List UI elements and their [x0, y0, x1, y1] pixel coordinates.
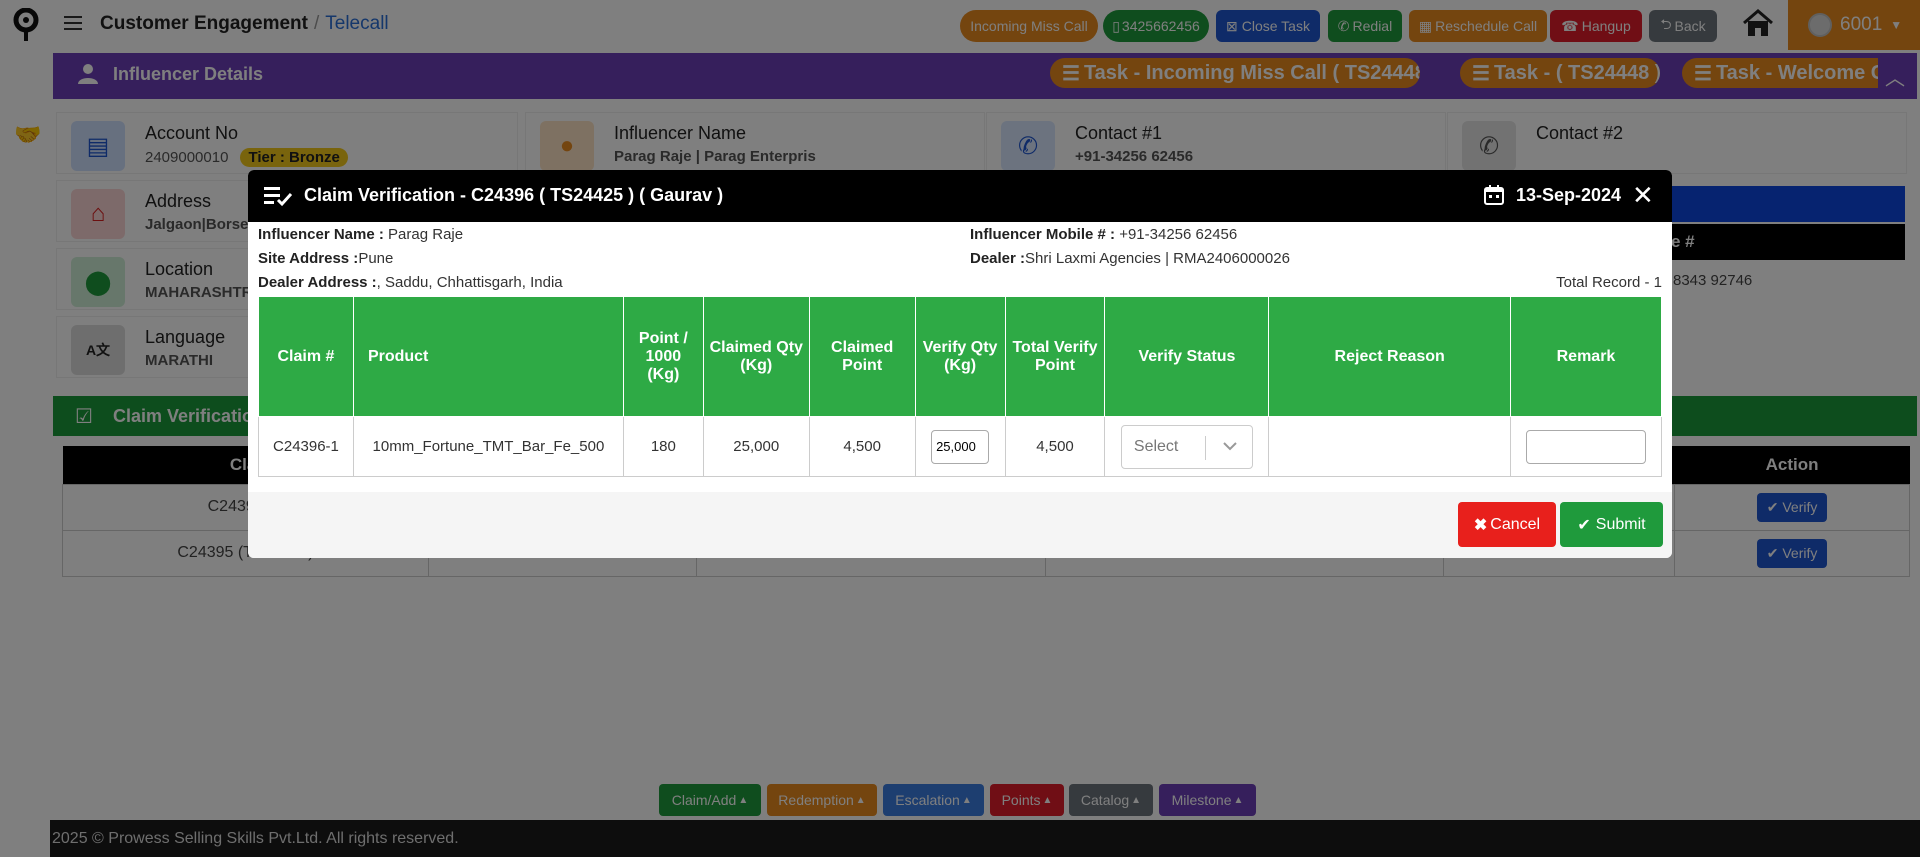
submit-label: Submit [1595, 515, 1646, 533]
point-per-1000-cell: 180 [622, 416, 704, 477]
list-check-icon [264, 187, 292, 207]
col-header-verify-status: Verify Status [1104, 296, 1270, 417]
submit-button[interactable]: ✔ Submit [1560, 502, 1663, 547]
table-row: C24396-1 10mm_Fortune_TMT_Bar_Fe_500 180… [258, 416, 1663, 477]
influencer-name-info-value: Parag Raje [383, 226, 464, 243]
col-header-point-per-1000: Point / 1000 (Kg) [622, 296, 704, 417]
influencer-name-info: Influencer Name : Parag Raje [258, 226, 463, 243]
col-header-remark: Remark [1509, 296, 1663, 417]
influencer-mobile-info-label: Influencer Mobile # : [970, 226, 1116, 243]
claim-id-cell: C24396-1 [258, 416, 354, 477]
col-header-verify-qty: Verify Qty (Kg) [914, 296, 1006, 417]
verify-status-value: Select [1133, 437, 1179, 455]
claim-verification-table: Claim # Product Point / 1000 (Kg) Claime… [258, 296, 1663, 477]
cancel-label: Cancel [1490, 515, 1541, 533]
site-address-info: Site Address :Pune [258, 250, 393, 267]
chevron-down-icon [1223, 441, 1237, 450]
total-record: Total Record - 1 [1556, 274, 1662, 291]
col-header-claimed-point: Claimed Point [808, 296, 916, 417]
modal-title: Claim Verification - C24396 ( TS24425 ) … [304, 185, 724, 205]
x-icon: ✖ [1473, 516, 1488, 534]
cancel-button[interactable]: ✖ Cancel [1458, 502, 1556, 547]
dealer-info-label: Dealer : [970, 250, 1026, 267]
calendar-icon [1484, 185, 1504, 205]
product-cell: 10mm_Fortune_TMT_Bar_Fe_500 [352, 416, 624, 477]
dealer-info: Dealer :Shri Laxmi Agencies | RMA2406000… [970, 250, 1290, 267]
col-header-total-verify-point: Total Verify Point [1004, 296, 1106, 417]
verify-qty-input[interactable] [931, 429, 990, 464]
col-header-product: Product [352, 296, 624, 417]
site-address-info-label: Site Address : [258, 250, 359, 267]
influencer-name-info-label: Influencer Name : [258, 226, 384, 243]
claimed-qty-cell: 25,000 [702, 416, 810, 477]
claimed-point-cell: 4,500 [808, 416, 916, 477]
influencer-mobile-info: Influencer Mobile # : +91-34256 62456 [970, 226, 1237, 243]
verify-status-select[interactable]: Select [1120, 424, 1253, 469]
close-icon[interactable]: ✕ [1632, 182, 1654, 208]
site-address-info-value: Pune [358, 250, 394, 267]
col-header-reject-reason: Reject Reason [1268, 296, 1511, 417]
total-verify-point-cell: 4,500 [1004, 416, 1106, 477]
claim-verification-modal: Claim Verification - C24396 ( TS24425 ) … [248, 170, 1672, 558]
influencer-mobile-info-value: +91-34256 62456 [1115, 226, 1238, 243]
dealer-info-value: Shri Laxmi Agencies | RMA2406000026 [1025, 250, 1290, 267]
remark-input[interactable] [1525, 429, 1646, 464]
modal-date: 13-Sep-2024 [1516, 185, 1622, 205]
col-header-claim: Claim # [258, 296, 354, 417]
dealer-address-info-label: Dealer Address : [258, 274, 377, 291]
dealer-address-info-value: , Saddu, Chhattisgarh, India [376, 274, 563, 291]
modal-header: Claim Verification - C24396 ( TS24425 ) … [248, 170, 1672, 222]
dealer-address-info: Dealer Address :, Saddu, Chhattisgarh, I… [258, 274, 563, 291]
reject-reason-cell [1268, 416, 1511, 477]
col-header-claimed-qty: Claimed Qty (Kg) [702, 296, 810, 417]
check-icon: ✔ [1577, 516, 1591, 534]
